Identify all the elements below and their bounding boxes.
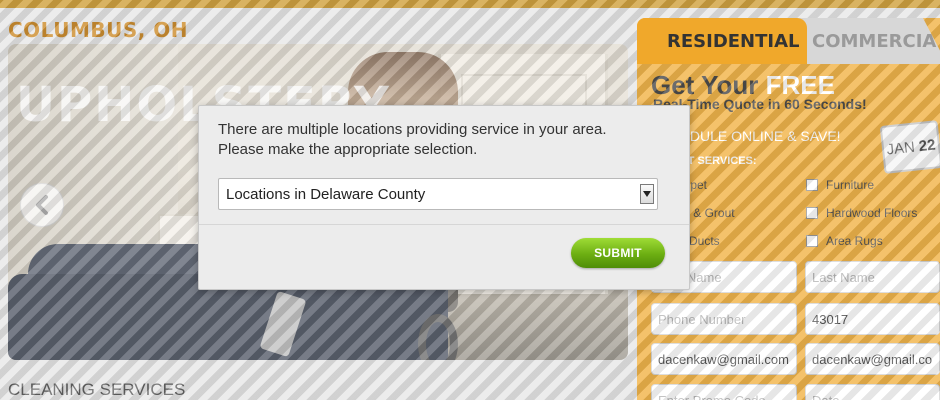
vacuum-hose: [418, 314, 458, 360]
section-title: CLEANING SERVICES: [8, 380, 186, 399]
calendar-day: 22: [917, 135, 937, 155]
modal-message: There are multiple locations providing s…: [218, 120, 607, 160]
calendar-month: JAN: [885, 138, 916, 159]
modal-message-line: Please make the appropriate selection.: [218, 141, 478, 158]
service-label: Furniture: [826, 178, 875, 192]
promo-code-field[interactable]: [651, 384, 797, 400]
checkbox[interactable]: [806, 235, 818, 247]
location-selection-modal: There are multiple locations providing s…: [198, 105, 690, 290]
calendar-icon: JAN 22: [879, 120, 940, 174]
top-accent-bar: [0, 0, 940, 8]
zip-field[interactable]: [805, 303, 940, 335]
submit-button[interactable]: SUBMIT: [571, 238, 665, 268]
date-field[interactable]: [805, 384, 940, 400]
service-label: Hardwood Floors: [826, 206, 918, 220]
tab-commercial[interactable]: COMMERCIAL: [787, 18, 940, 64]
last-name-field[interactable]: [805, 261, 940, 293]
tab-residential[interactable]: RESIDENTIAL: [637, 18, 807, 64]
service-hardwood-floors[interactable]: Hardwood Floors: [806, 206, 917, 220]
dropdown-arrow-icon[interactable]: [640, 184, 654, 204]
location-select-value: Locations in Delaware County: [226, 186, 426, 203]
location-select[interactable]: Locations in Delaware County: [218, 178, 658, 210]
phone-field[interactable]: [651, 303, 797, 335]
triangle-down-icon: [643, 191, 651, 197]
checkbox[interactable]: [806, 179, 818, 191]
service-label: Area Rugs: [826, 234, 883, 248]
email-field[interactable]: [651, 343, 797, 375]
city-title: COLUMBUS, OH: [8, 18, 189, 42]
chevron-left-icon: [36, 195, 48, 215]
service-area-rugs[interactable]: Area Rugs: [806, 234, 883, 248]
modal-message-line: There are multiple locations providing s…: [218, 121, 607, 138]
service-furniture[interactable]: Furniture: [806, 178, 874, 192]
modal-divider: [199, 224, 689, 225]
carousel-prev-button[interactable]: [20, 183, 64, 227]
checkbox[interactable]: [806, 207, 818, 219]
email-confirm-field[interactable]: [805, 343, 940, 375]
